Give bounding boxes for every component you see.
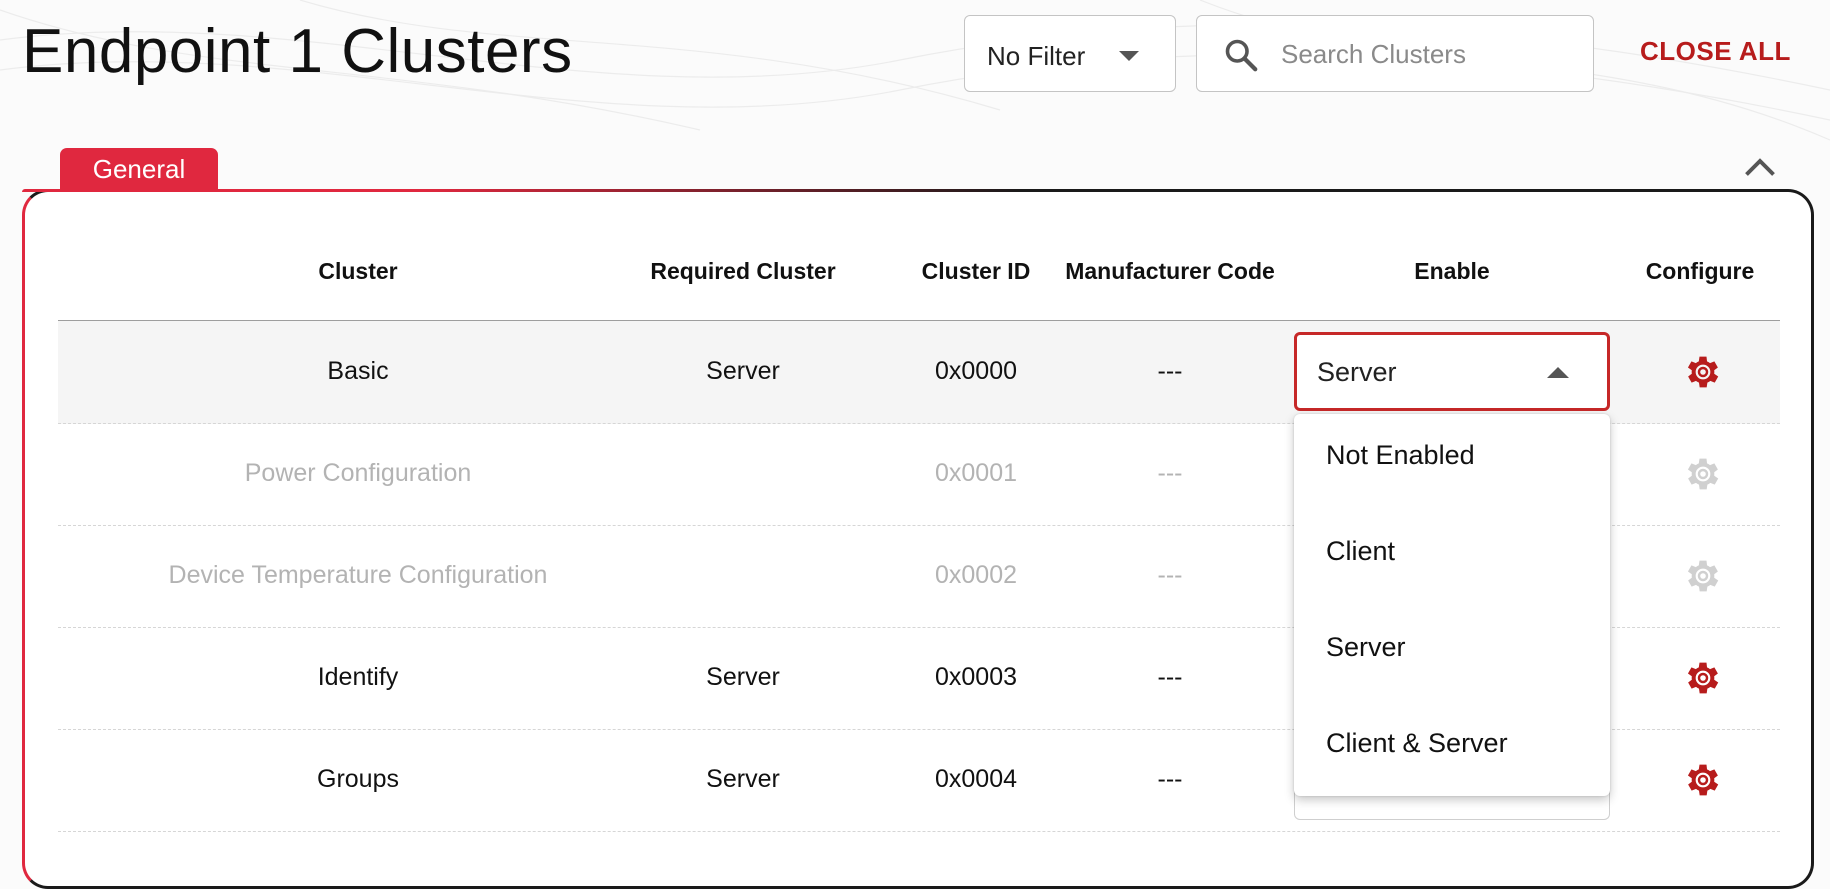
caret-down-icon bbox=[1119, 51, 1139, 61]
cell-manufacturer-code: --- bbox=[1157, 357, 1183, 385]
search-box[interactable] bbox=[1196, 15, 1594, 92]
chevron-up-icon[interactable] bbox=[1742, 152, 1778, 182]
group-tab-general: General bbox=[60, 148, 218, 190]
gear-icon[interactable] bbox=[1682, 351, 1724, 393]
search-icon bbox=[1225, 39, 1258, 72]
cell-required: Server bbox=[706, 663, 780, 691]
search-input[interactable] bbox=[1279, 32, 1583, 76]
cell-cluster-id: 0x0001 bbox=[934, 459, 1018, 487]
filter-value: No Filter bbox=[987, 41, 1086, 71]
header-enable: Enable bbox=[1414, 258, 1490, 284]
page-title: Endpoint 1 Clusters bbox=[22, 17, 573, 86]
table-row[interactable]: Basic Server 0x0000 --- Server bbox=[58, 321, 1780, 424]
cell-cluster-id: 0x0003 bbox=[934, 663, 1018, 691]
close-all-button[interactable]: CLOSE ALL bbox=[1640, 36, 1791, 67]
cell-cluster-id: 0x0000 bbox=[934, 357, 1018, 385]
cell-manufacturer-code: --- bbox=[1157, 663, 1183, 691]
cell-required: Server bbox=[706, 765, 780, 793]
cell-manufacturer-code: --- bbox=[1157, 561, 1183, 589]
cell-required: Server bbox=[706, 357, 780, 385]
table-header: Cluster Required Cluster Cluster ID Manu… bbox=[58, 240, 1780, 321]
enable-dropdown[interactable]: Server bbox=[1294, 332, 1610, 411]
enable-options-menu: Not Enabled Client Server Client & Serve… bbox=[1294, 414, 1610, 796]
header-cluster-id: Cluster ID bbox=[921, 258, 1031, 284]
cell-manufacturer-code: --- bbox=[1157, 765, 1183, 793]
enable-value: Server bbox=[1317, 357, 1397, 387]
cell-manufacturer-code: --- bbox=[1157, 459, 1183, 487]
menu-item-client-and-server[interactable]: Client & Server bbox=[1326, 728, 1508, 759]
cell-cluster-id: 0x0002 bbox=[934, 561, 1018, 589]
menu-item-not-enabled[interactable]: Not Enabled bbox=[1326, 440, 1475, 471]
gear-icon bbox=[1687, 458, 1719, 490]
gear-icon bbox=[1687, 560, 1719, 592]
cell-cluster: Groups bbox=[317, 765, 399, 793]
cell-cluster: Device Temperature Configuration bbox=[168, 561, 548, 589]
menu-item-client[interactable]: Client bbox=[1326, 536, 1395, 567]
caret-up-icon bbox=[1547, 367, 1569, 378]
menu-item-server[interactable]: Server bbox=[1326, 632, 1406, 663]
filter-dropdown[interactable]: No Filter bbox=[964, 15, 1176, 92]
header-required-cluster: Required Cluster bbox=[650, 258, 836, 284]
header-cluster: Cluster bbox=[318, 258, 398, 284]
cell-cluster: Basic bbox=[327, 357, 389, 385]
gear-icon[interactable] bbox=[1682, 759, 1724, 801]
header-manufacturer-code: Manufacturer Code bbox=[1065, 258, 1275, 284]
cell-cluster: Identify bbox=[317, 663, 399, 691]
gear-icon[interactable] bbox=[1682, 657, 1724, 699]
header-configure: Configure bbox=[1645, 258, 1755, 284]
cell-cluster-id: 0x0004 bbox=[934, 765, 1018, 793]
cell-cluster: Power Configuration bbox=[244, 459, 472, 487]
